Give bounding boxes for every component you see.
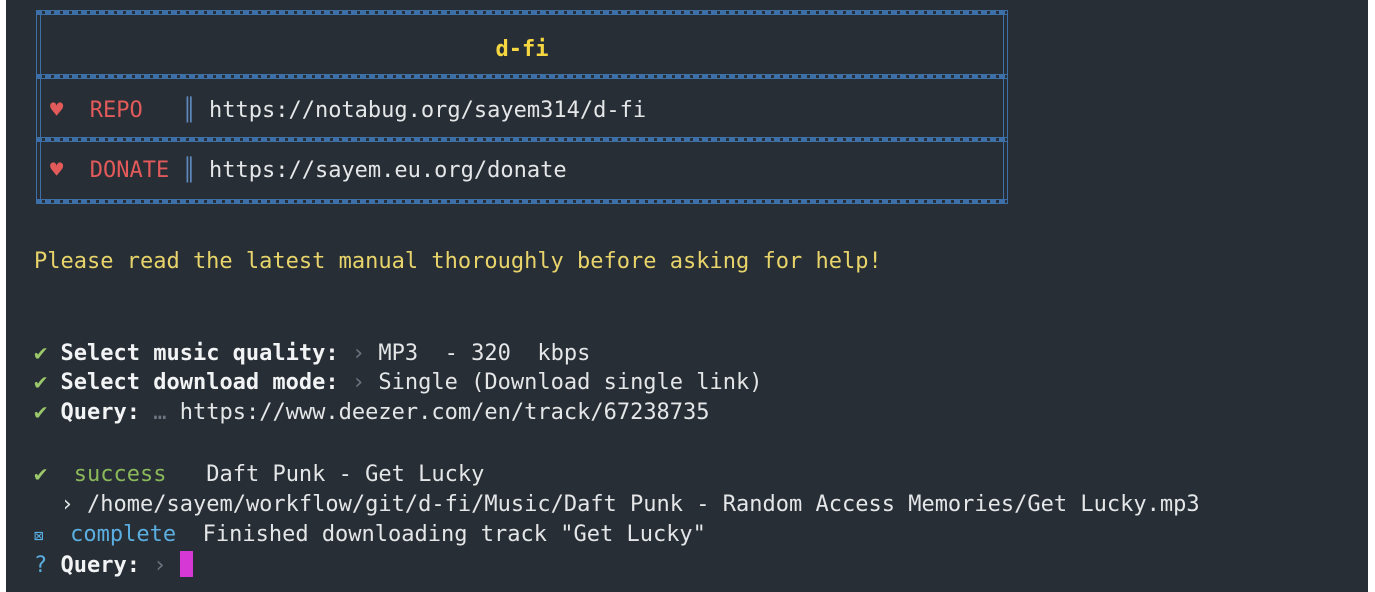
prompt-value: Single (Download single link) [378, 370, 763, 395]
info-banner: d-fi ♥ REPO ║ https://notabug.org/sayem3… [36, 10, 1008, 204]
prompt-label: Select download mode: [60, 370, 339, 395]
repo-link[interactable]: https://notabug.org/sayem314/d-fi [209, 98, 646, 123]
text-cursor [179, 551, 193, 577]
banner-divider-2 [36, 137, 1008, 142]
repo-label: REPO [89, 98, 143, 123]
banner-border-top [36, 10, 1008, 15]
prompt-label: Query: [60, 400, 140, 425]
heart-icon: ♥ [50, 98, 64, 123]
chevron-right-icon: › [60, 492, 74, 517]
check-icon: ✔ [34, 370, 48, 395]
manual-notice: Please read the latest manual thoroughly… [34, 249, 882, 274]
donate-link[interactable]: https://sayem.eu.org/donate [209, 158, 567, 183]
check-icon: ✔ [34, 400, 48, 425]
prompt-quality: ✔ Select music quality: › MP3 - 320 kbps [34, 339, 590, 369]
complete-line: ⊠ complete Finished downloading track "G… [34, 520, 706, 550]
banner-title: d-fi [495, 37, 549, 62]
prompt-query: ✔ Query: … https://www.deezer.com/en/tra… [34, 398, 710, 428]
download-path: /home/sayem/workflow/git/d-fi/Music/Daft… [87, 492, 1200, 517]
query-label: Query: [60, 553, 140, 578]
banner-donate-row: ♥ DONATE ║ https://sayem.eu.org/donate [50, 156, 1022, 186]
separator-icon: ║ [182, 158, 196, 183]
prompt-mode: ✔ Select download mode: › Single (Downlo… [34, 368, 763, 398]
heart-icon: ♥ [50, 158, 64, 183]
banner-divider-1 [36, 74, 1008, 79]
banner-border-bottom [36, 199, 1008, 204]
donate-label: DONATE [89, 158, 170, 183]
download-path-line: › /home/sayem/workflow/git/d-fi/Music/Da… [34, 490, 1200, 520]
terminal-window[interactable]: d-fi ♥ REPO ║ https://notabug.org/sayem3… [6, 0, 1368, 592]
separator-icon: ║ [182, 98, 196, 123]
prompt-value: https://www.deezer.com/en/track/67238735 [179, 400, 710, 425]
chevron-right-icon: › [351, 370, 366, 395]
query-input-line[interactable]: ? Query: › [34, 551, 193, 581]
check-icon: ✔ [34, 462, 48, 487]
question-icon: ? [34, 553, 48, 578]
success-line: ✔ success Daft Punk - Get Lucky [34, 460, 484, 490]
success-status: success [73, 462, 167, 487]
chevron-right-icon: › [153, 553, 167, 578]
success-message: Daft Punk - Get Lucky [206, 462, 485, 487]
prompt-value: MP3 - 320 kbps [378, 341, 591, 366]
complete-message: Finished downloading track "Get Lucky" [202, 522, 706, 547]
boxed-x-icon: ⊠ [34, 526, 44, 545]
prompt-label: Select music quality: [60, 341, 339, 366]
complete-status: complete [70, 522, 177, 547]
check-icon: ✔ [34, 341, 48, 366]
chevron-right-icon: › [351, 341, 366, 366]
banner-repo-row: ♥ REPO ║ https://notabug.org/sayem314/d-… [50, 96, 1022, 126]
ellipsis-icon: … [153, 400, 167, 425]
